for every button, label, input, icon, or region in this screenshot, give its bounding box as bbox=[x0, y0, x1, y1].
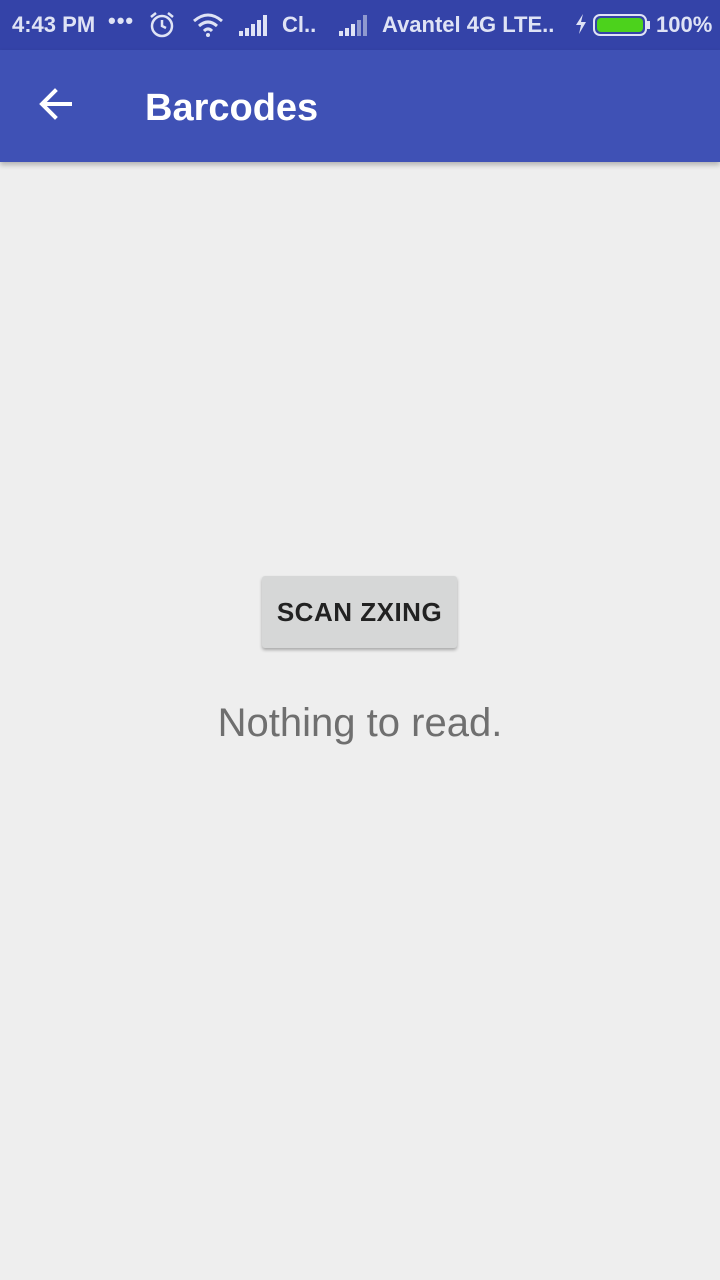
status-time: 4:43 PM bbox=[12, 12, 96, 37]
battery-percent: 100% bbox=[656, 12, 713, 37]
back-button[interactable] bbox=[20, 70, 92, 142]
page-title: Barcodes bbox=[145, 87, 319, 129]
app-bar: Barcodes bbox=[0, 50, 720, 162]
scan-result-text: Nothing to read. bbox=[217, 701, 503, 745]
carrier-name-1: Cl.. bbox=[282, 12, 317, 37]
signal-strength-icon bbox=[338, 14, 370, 36]
wifi-icon bbox=[192, 13, 224, 37]
arrow-back-icon bbox=[38, 86, 74, 127]
scan-zxing-button[interactable]: SCAN ZXING bbox=[262, 576, 457, 648]
more-notifications-icon: ••• bbox=[108, 8, 135, 33]
charging-icon bbox=[574, 13, 588, 35]
carrier-name-2: Avantel 4G LTE.. bbox=[382, 12, 555, 37]
signal-strength-icon bbox=[238, 14, 270, 36]
alarm-clock-icon bbox=[148, 11, 176, 39]
battery-icon bbox=[593, 14, 651, 36]
status-bar: 4:43 PM ••• Cl.. Avantel 4G LTE.. 100% bbox=[0, 0, 720, 50]
